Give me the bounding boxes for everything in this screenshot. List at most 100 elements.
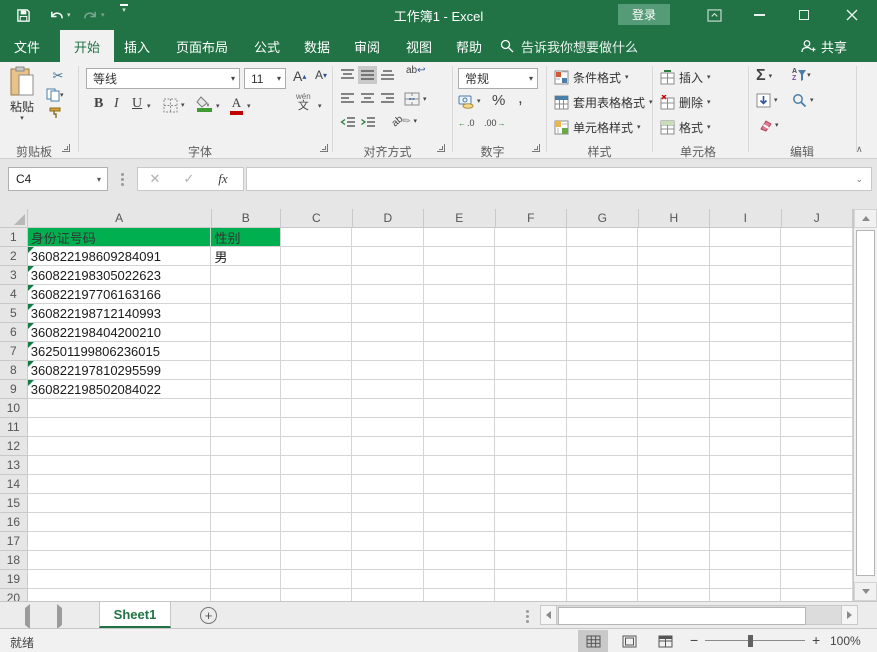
alignment-dialog-launcher[interactable]	[437, 144, 445, 152]
cell-B4[interactable]	[211, 285, 281, 304]
align-left-button[interactable]	[340, 92, 355, 106]
cell-B1[interactable]: 性别	[211, 228, 281, 247]
cell-J14[interactable]	[781, 475, 853, 494]
cell-E7[interactable]	[424, 342, 496, 361]
cell-C4[interactable]	[281, 285, 353, 304]
cell-I16[interactable]	[710, 513, 782, 532]
cell-D10[interactable]	[352, 399, 424, 418]
cell-E10[interactable]	[424, 399, 496, 418]
cell-F5[interactable]	[495, 304, 567, 323]
tell-me-search[interactable]: 告诉我你想要做什么	[500, 30, 638, 62]
sheet-nav-prev-button[interactable]	[25, 608, 30, 626]
cell-E11[interactable]	[424, 418, 496, 437]
cell-H18[interactable]	[638, 551, 710, 570]
cell-G11[interactable]	[567, 418, 639, 437]
cell-G18[interactable]	[567, 551, 639, 570]
cell-B17[interactable]	[211, 532, 281, 551]
row-header-13[interactable]: 13	[0, 456, 28, 475]
cell-H20[interactable]	[638, 589, 710, 601]
cell-J20[interactable]	[781, 589, 853, 601]
cell-G3[interactable]	[567, 266, 639, 285]
cell-D1[interactable]	[352, 228, 424, 247]
increase-indent-button[interactable]	[360, 116, 376, 129]
increase-font-size-button[interactable]: A▴	[293, 68, 306, 84]
decrease-font-size-button[interactable]: A▾	[315, 68, 327, 82]
cell-G17[interactable]	[567, 532, 639, 551]
cell-H13[interactable]	[638, 456, 710, 475]
cell-F20[interactable]	[495, 589, 567, 601]
cell-I20[interactable]	[710, 589, 782, 601]
cell-C10[interactable]	[281, 399, 353, 418]
conditional-formatting-button[interactable]: 条件格式 ▾	[554, 69, 629, 86]
cell-A13[interactable]	[28, 456, 212, 475]
cell-D7[interactable]	[352, 342, 424, 361]
insert-cells-button[interactable]: 插入 ▾	[660, 69, 711, 86]
cell-F8[interactable]	[495, 361, 567, 380]
cell-E13[interactable]	[424, 456, 496, 475]
column-header-D[interactable]: D	[353, 209, 425, 228]
cell-I17[interactable]	[710, 532, 782, 551]
column-header-H[interactable]: H	[639, 209, 711, 228]
cell-H6[interactable]	[638, 323, 710, 342]
borders-button[interactable]: ▾	[163, 98, 185, 113]
align-center-button[interactable]	[360, 92, 375, 106]
cell-G12[interactable]	[567, 437, 639, 456]
scroll-left-button[interactable]	[540, 605, 557, 625]
cell-D6[interactable]	[352, 323, 424, 342]
cell-A8[interactable]: 360822197810295599	[28, 361, 212, 380]
cell-J11[interactable]	[781, 418, 853, 437]
row-header-16[interactable]: 16	[0, 513, 28, 532]
row-header-1[interactable]: 1	[0, 228, 28, 247]
qat-customize-button[interactable]: ▾	[120, 4, 128, 26]
cell-H7[interactable]	[638, 342, 710, 361]
cell-A18[interactable]	[28, 551, 212, 570]
cell-I19[interactable]	[710, 570, 782, 589]
cell-B16[interactable]	[211, 513, 281, 532]
horizontal-scroll-thumb[interactable]	[558, 607, 806, 625]
column-header-B[interactable]: B	[212, 209, 282, 228]
row-header-15[interactable]: 15	[0, 494, 28, 513]
cell-G15[interactable]	[567, 494, 639, 513]
formula-input[interactable]: ⌄	[246, 167, 872, 191]
row-header-11[interactable]: 11	[0, 418, 28, 437]
cell-A4[interactable]: 360822197706163166	[28, 285, 212, 304]
cell-I6[interactable]	[710, 323, 782, 342]
cell-G8[interactable]	[567, 361, 639, 380]
horizontal-scrollbar[interactable]	[540, 605, 858, 625]
cell-E17[interactable]	[424, 532, 496, 551]
row-header-20[interactable]: 20	[0, 589, 28, 601]
cell-J16[interactable]	[781, 513, 853, 532]
cell-F13[interactable]	[495, 456, 567, 475]
cell-C16[interactable]	[281, 513, 353, 532]
row-header-17[interactable]: 17	[0, 532, 28, 551]
zoom-slider-track[interactable]	[705, 640, 805, 641]
cell-G10[interactable]	[567, 399, 639, 418]
autosum-button[interactable]: Σ▾	[756, 67, 772, 85]
cell-H2[interactable]	[638, 247, 710, 266]
cell-I12[interactable]	[710, 437, 782, 456]
cell-F15[interactable]	[495, 494, 567, 513]
row-header-6[interactable]: 6	[0, 323, 28, 342]
cell-styles-button[interactable]: 单元格样式 ▾	[554, 119, 641, 136]
cell-F18[interactable]	[495, 551, 567, 570]
copy-dropdown-icon[interactable]: ▾	[60, 92, 64, 99]
cell-G7[interactable]	[567, 342, 639, 361]
cell-E8[interactable]	[424, 361, 496, 380]
cell-G14[interactable]	[567, 475, 639, 494]
cell-H19[interactable]	[638, 570, 710, 589]
cell-D12[interactable]	[352, 437, 424, 456]
paste-button[interactable]: 粘贴 ▾	[8, 66, 36, 122]
cell-B8[interactable]	[211, 361, 281, 380]
accounting-format-button[interactable]: ▾	[458, 94, 481, 109]
cell-A5[interactable]: 360822198712140993	[28, 304, 212, 323]
cell-C7[interactable]	[281, 342, 353, 361]
cell-E19[interactable]	[424, 570, 496, 589]
cell-I5[interactable]	[710, 304, 782, 323]
cell-J3[interactable]	[781, 266, 853, 285]
cell-D8[interactable]	[352, 361, 424, 380]
cell-D13[interactable]	[352, 456, 424, 475]
cell-J12[interactable]	[781, 437, 853, 456]
cell-D14[interactable]	[352, 475, 424, 494]
save-button[interactable]	[16, 4, 31, 26]
accounting-dropdown-icon[interactable]: ▾	[477, 98, 481, 105]
